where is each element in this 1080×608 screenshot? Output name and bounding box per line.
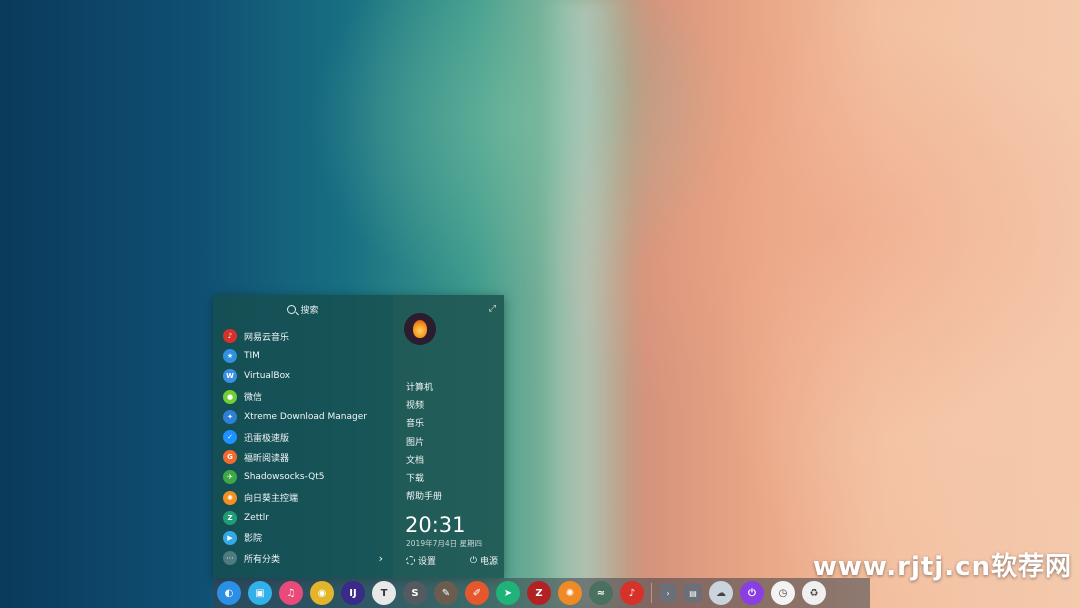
deepin-store-icon[interactable]: ▣ (248, 581, 272, 605)
app-item-label: TIM (244, 351, 260, 362)
app-item-label: VirtualBox (244, 371, 291, 382)
place-item[interactable]: 文档 (406, 452, 442, 470)
launcher-side-pane: ⤢ 计算机 视频 音乐 图片 文档 下载 帮助手册 20:31 2019年7月4日 星期四 … (393, 295, 504, 578)
app-item-label: Shadowsocks-Qt5 (244, 472, 325, 483)
gear-icon (406, 556, 415, 565)
app-item[interactable]: G 福昕阅读器 (223, 447, 391, 467)
power-label: 电源 (479, 557, 498, 567)
send-anywhere-icon[interactable]: ➤ (496, 581, 520, 605)
app-item[interactable]: ✈ Shadowsocks-Qt5 (223, 467, 391, 487)
power-icon: ⏻ (469, 555, 477, 566)
app-item[interactable]: ✦ Xtreme Download Manager (223, 407, 391, 427)
movie-icon: ▶ (223, 530, 237, 545)
sunflower-icon: ✺ (223, 490, 237, 505)
app-launcher: 搜索 ♪ 网易云音乐 ★ TIM W VirtualBox ● 微信 ✦ Xtreme Downl… (213, 295, 504, 578)
place-item[interactable]: 音乐 (406, 415, 442, 433)
filezilla-icon[interactable]: Z (527, 581, 551, 605)
app-item[interactable]: Z Zettlr (223, 508, 391, 528)
clock-icon[interactable]: ◷ (771, 581, 795, 605)
tim-icon: ★ (223, 349, 237, 364)
sublime-icon[interactable]: S (403, 581, 427, 605)
app-list: ♪ 网易云音乐 ★ TIM W VirtualBox ● 微信 ✦ Xtreme Download… (223, 326, 391, 548)
app-item-label: Zettlr (244, 512, 269, 523)
tray-expand-icon[interactable]: › (659, 584, 677, 602)
place-item[interactable]: 计算机 (406, 379, 442, 397)
app-item[interactable]: ✺ 向日葵主控端 (223, 488, 391, 508)
app-item-label: 微信 (244, 393, 263, 404)
shadowsocks-dock-icon[interactable]: ≈ (589, 581, 613, 605)
all-categories-button[interactable]: ··· 所有分类 › (223, 551, 383, 565)
deepin-launcher-icon[interactable]: ◐ (217, 581, 241, 605)
clock-time: 20:31 (405, 513, 466, 537)
app-item[interactable]: ♪ 网易云音乐 (223, 326, 391, 346)
chevron-right-icon: › (378, 551, 383, 565)
all-categories-label: 所有分类 (244, 554, 281, 565)
netease-music-dock-icon[interactable]: ♪ (620, 581, 644, 605)
shadowsocks-icon: ✈ (223, 470, 237, 485)
intellij-icon[interactable]: IJ (341, 581, 365, 605)
trash-icon[interactable]: ♻ (802, 581, 826, 605)
more-dots-icon: ··· (223, 551, 237, 565)
virtualbox-icon: W (223, 369, 237, 384)
app-item[interactable]: ▶ 影院 (223, 528, 391, 548)
place-item[interactable]: 视频 (406, 397, 442, 415)
draw-icon[interactable]: ✐ (465, 581, 489, 605)
search-label: 搜索 (300, 305, 319, 316)
typora-icon[interactable]: T (372, 581, 396, 605)
wallpaper-foam (540, 0, 630, 608)
launcher-actions: 设置 ⏻ 电源 (406, 554, 498, 567)
app-item[interactable]: W VirtualBox (223, 366, 391, 386)
search-icon (287, 304, 297, 314)
xdm-icon: ✦ (223, 409, 237, 424)
place-item[interactable]: 下载 (406, 470, 442, 488)
dock-separator (651, 583, 652, 603)
app-item-label: Xtreme Download Manager (244, 411, 367, 422)
foxit-icon: G (223, 450, 237, 465)
fullscreen-expand-icon[interactable]: ⤢ (489, 304, 496, 314)
sunflower-dock-icon[interactable]: ✺ (558, 581, 582, 605)
launcher-app-pane: 搜索 ♪ 网易云音乐 ★ TIM W VirtualBox ● 微信 ✦ Xtreme Downl… (213, 295, 393, 578)
power-button[interactable]: ⏻ 电源 (469, 554, 498, 568)
app-item[interactable]: ★ TIM (223, 346, 391, 366)
settings-label: 设置 (418, 557, 437, 567)
places-list: 计算机 视频 音乐 图片 文档 下载 帮助手册 (406, 379, 442, 506)
weather-icon[interactable]: ☁ (709, 581, 733, 605)
netease-music-icon: ♪ (223, 329, 237, 344)
app-item[interactable]: ● 微信 (223, 387, 391, 407)
chrome-icon[interactable]: ◉ (310, 581, 334, 605)
launcher-search[interactable]: 搜索 (213, 301, 393, 317)
app-item-label: 向日葵主控端 (244, 494, 299, 505)
app-item-label: 网易云音乐 (244, 332, 290, 343)
app-item[interactable]: ✓ 迅雷极速版 (223, 427, 391, 447)
thunder-icon: ✓ (223, 430, 237, 445)
app-item-label: 影院 (244, 534, 263, 545)
place-item[interactable]: 帮助手册 (406, 488, 442, 506)
music-app-icon[interactable]: ♫ (279, 581, 303, 605)
tray-keyboard-icon[interactable]: ▤ (684, 584, 702, 602)
gimp-icon[interactable]: ✎ (434, 581, 458, 605)
settings-button[interactable]: 设置 (406, 554, 436, 567)
user-avatar[interactable] (404, 313, 436, 345)
app-item-label: 迅雷极速版 (244, 433, 290, 444)
app-item-label: 福昕阅读器 (244, 453, 290, 464)
zettlr-icon: Z (223, 510, 237, 525)
place-item[interactable]: 图片 (406, 434, 442, 452)
dock: ◐ ▣ ♫ ◉ IJ T S ✎ ✐ ➤ Z ✺ ≈ ♪ › ▤ ☁ ⏻ ◷ ♻ (213, 578, 870, 608)
wechat-icon: ● (223, 389, 237, 404)
clock-date: 2019年7月4日 星期四 (406, 539, 483, 548)
avatar-flame-icon (413, 320, 427, 338)
shutdown-icon[interactable]: ⏻ (740, 581, 764, 605)
